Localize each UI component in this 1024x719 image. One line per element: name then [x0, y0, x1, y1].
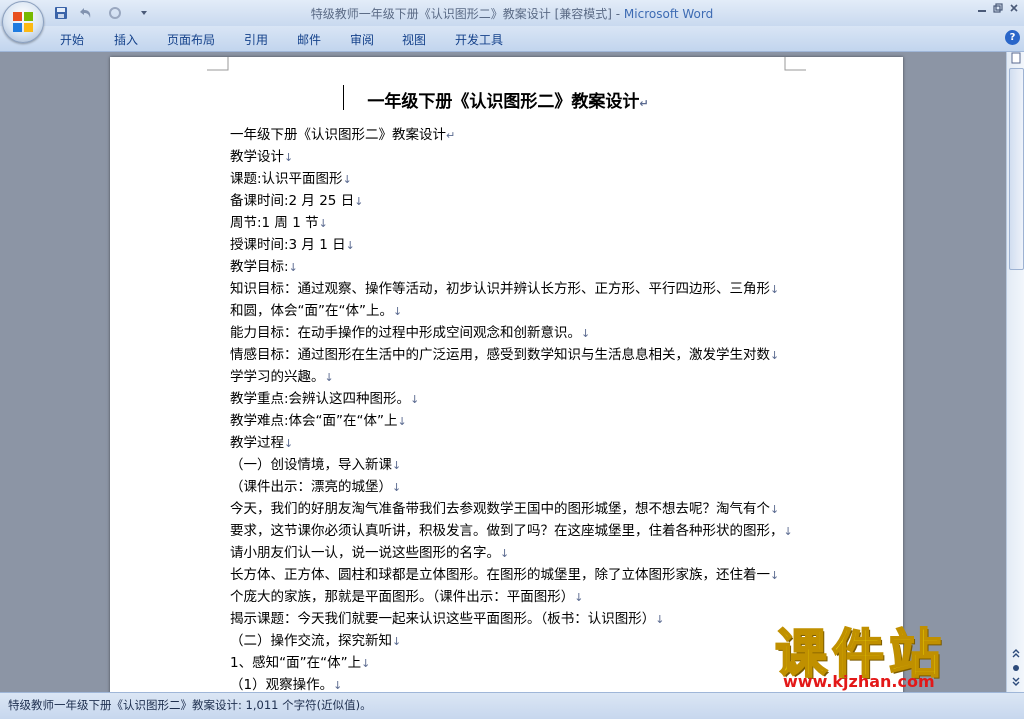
paragraph-mark: ↓: [770, 569, 780, 582]
tab-page-layout[interactable]: 页面布局: [167, 31, 215, 48]
restore-button[interactable]: [990, 3, 1006, 17]
document-line: 今天，我们的好朋友淘气准备带我们去参观数学王国中的图形城堡，想不想去呢？淘气有个…: [230, 501, 780, 517]
paragraph-mark: ↓: [581, 327, 591, 340]
document-line: 教学设计↓: [230, 149, 294, 165]
next-page-button[interactable]: [1009, 677, 1023, 691]
paragraph-mark: ↓: [770, 503, 780, 516]
paragraph-mark: ↓: [500, 547, 510, 560]
tab-developer[interactable]: 开发工具: [455, 31, 503, 48]
paragraph-mark: ↓: [392, 635, 402, 648]
paragraph-mark: ↓: [392, 305, 403, 318]
margin-corner-mark: [207, 57, 229, 71]
document-line: 请小朋友们认一认，说一说这些图形的名字。↓: [230, 545, 510, 561]
tab-references[interactable]: 引用: [244, 31, 268, 48]
document-line: 备课时间:2 月 25 日↓: [230, 193, 364, 209]
app-name: Microsoft Word: [623, 7, 714, 21]
tab-view[interactable]: 视图: [402, 31, 426, 48]
tab-mailings[interactable]: 邮件: [297, 31, 321, 48]
document-heading: 一年级下册《认识图形二》教案设计↵: [367, 92, 649, 112]
document-line: 教学重点:会辨认这四种图形。↓: [230, 391, 420, 407]
paragraph-mark: ↓: [284, 437, 294, 450]
status-bar: 特级教师一年级下册《认识图形二》教案设计: 1,011 个字符(近似值)。: [0, 692, 1024, 719]
close-button[interactable]: [1006, 3, 1022, 17]
circle-icon: [1013, 665, 1019, 671]
paragraph-mark: ↓: [288, 261, 298, 274]
document-line: 能力目标：在动手操作的过程中形成空间观念和创新意识。↓: [230, 325, 591, 341]
document-line: （一）创设情境，导入新课↓: [230, 457, 402, 473]
ruler-toggle-button[interactable]: [1009, 52, 1023, 66]
double-chevron-up-icon: [1012, 649, 1020, 658]
double-chevron-down-icon: [1012, 677, 1020, 686]
paragraph-mark: ↓: [655, 613, 665, 626]
paragraph-mark: ↓: [783, 525, 793, 538]
tab-home[interactable]: 开始: [60, 31, 84, 48]
document-line: 要求，这节课你必须认真听讲，积极发言。做到了吗？在这座城堡里，住着各种形状的图形…: [230, 523, 793, 539]
document-title: 特级教师一年级下册《认识图形二》教案设计 [兼容模式] -: [310, 7, 624, 21]
paragraph-mark: ↓: [770, 283, 780, 296]
document-line: 揭示课题：今天我们就要一起来认识这些平面图形。（板书：认识图形）↓: [230, 611, 665, 627]
document-line: 周节:1 周 1 节↓: [230, 215, 328, 231]
document-line: 知识目标：通过观察、操作等活动，初步认识并辨认长方形、正方形、平行四边形、三角形…: [230, 281, 780, 297]
paragraph-mark: ↓: [392, 481, 402, 494]
paragraph-mark: ↓: [324, 371, 334, 384]
minimize-icon: [978, 10, 986, 12]
document-line: 1、感知“面”在“体”上↓: [230, 655, 371, 671]
help-icon[interactable]: ?: [1005, 30, 1020, 45]
paragraph-mark: ↓: [318, 217, 328, 230]
previous-page-button[interactable]: [1009, 648, 1023, 662]
office-button[interactable]: [2, 1, 44, 43]
window-title: 特级教师一年级下册《认识图形二》教案设计 [兼容模式] - Microsoft …: [0, 5, 1024, 22]
vertical-scrollbar[interactable]: [1006, 52, 1024, 692]
ruler-icon: [1011, 52, 1021, 64]
paragraph-mark: ↓: [410, 393, 420, 406]
ribbon-tab-bar: 开始 插入 页面布局 引用 邮件 审阅 视图 开发工具 ?: [0, 26, 1024, 52]
title-bar: 特级教师一年级下册《认识图形二》教案设计 [兼容模式] - Microsoft …: [0, 0, 1024, 43]
paragraph-mark: ↓: [284, 151, 294, 164]
restore-icon: [993, 3, 1003, 13]
document-body: 一年级下册《认识图形二》教案设计↵ 教学设计↓ 课题:认识平面图形↓ 备课时间:2 月…: [230, 124, 793, 692]
document-line: （课件出示：漂亮的城堡）↓: [230, 479, 402, 495]
document-line: 和圆，体会“面”在“体”上。↓: [230, 303, 403, 319]
paragraph-mark: ↓: [574, 591, 584, 604]
document-line: 长方体、正方体、圆柱和球都是立体图形。在图形的城堡里，除了立体图形家族，还住着一…: [230, 567, 780, 583]
paragraph-mark: ↓: [397, 415, 407, 428]
minimize-button[interactable]: [974, 3, 990, 17]
status-text: 特级教师一年级下册《认识图形二》教案设计: 1,011 个字符(近似值)。: [8, 698, 372, 712]
paragraph-mark: ↵: [446, 129, 456, 142]
document-line: 教学难点:体会“面”在“体”上↓: [230, 413, 407, 429]
watermark-url: www.kjzhan.com: [783, 672, 935, 691]
document-line: 课题:认识平面图形↓: [230, 171, 352, 187]
margin-corner-mark: [784, 57, 806, 71]
document-page[interactable]: 一年级下册《认识图形二》教案设计↵ 一年级下册《认识图形二》教案设计↵ 教学设计↓…: [110, 57, 903, 692]
paragraph-mark: ↓: [333, 679, 343, 692]
document-area[interactable]: 一年级下册《认识图形二》教案设计↵ 一年级下册《认识图形二》教案设计↵ 教学设计↓…: [0, 52, 1006, 692]
document-line: 教学目标:↓: [230, 259, 298, 275]
document-line: 授课时间:3 月 1 日↓: [230, 237, 355, 253]
paragraph-mark: ↓: [342, 173, 352, 186]
document-line: 教学过程↓: [230, 435, 294, 451]
tab-insert[interactable]: 插入: [114, 31, 138, 48]
tab-review[interactable]: 审阅: [350, 31, 374, 48]
paragraph-mark: ↓: [345, 239, 355, 252]
paragraph-mark: ↓: [361, 657, 371, 670]
paragraph-mark: ↓: [354, 195, 364, 208]
paragraph-mark: ↓: [770, 349, 780, 362]
document-line: （二）操作交流，探究新知↓: [230, 633, 402, 649]
browse-object-button[interactable]: [1009, 663, 1023, 677]
document-line: 情感目标：通过图形在生活中的广泛运用，感受到数学知识与生活息息相关，激发学生对数…: [230, 347, 780, 363]
scroll-thumb[interactable]: [1009, 68, 1024, 270]
paragraph-mark: ↓: [392, 459, 402, 472]
document-line: 学学习的兴趣。↓: [230, 369, 334, 385]
document-line: 一年级下册《认识图形二》教案设计↵: [230, 127, 456, 143]
close-icon: [1010, 4, 1018, 12]
document-line: 个庞大的家族，那就是平面图形。（课件出示：平面图形）↓: [230, 589, 584, 605]
document-line: （1）观察操作。↓: [230, 677, 343, 692]
office-logo-icon: [13, 12, 33, 32]
